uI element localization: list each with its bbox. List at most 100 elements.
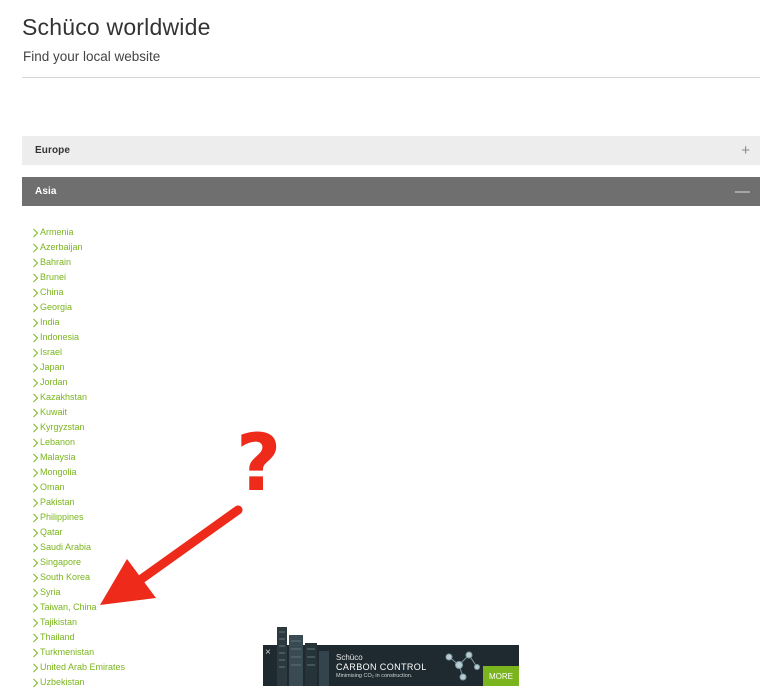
country-link[interactable]: Indonesia <box>32 330 125 345</box>
annotation-question-mark: ? <box>236 419 282 509</box>
close-icon[interactable]: × <box>265 647 271 658</box>
country-label: Qatar <box>40 527 63 537</box>
chevron-right-icon <box>33 348 39 357</box>
chevron-right-icon <box>33 273 39 282</box>
chevron-right-icon <box>33 528 39 537</box>
molecule-icon <box>445 651 480 681</box>
chevron-right-icon <box>33 363 39 372</box>
country-label: Japan <box>40 362 65 372</box>
country-label: Azerbaijan <box>40 242 83 252</box>
page-subtitle: Find your local website <box>23 49 161 64</box>
country-label: Malaysia <box>40 452 76 462</box>
more-button[interactable]: MORE <box>483 666 519 686</box>
country-link[interactable]: Georgia <box>32 300 125 315</box>
chevron-right-icon <box>33 618 39 627</box>
chevron-right-icon <box>33 513 39 522</box>
expand-icon[interactable]: + <box>741 143 750 158</box>
country-link[interactable]: Taiwan, China <box>32 600 125 615</box>
country-list: Armenia Azerbaijan Bahrain Brunei China Georg… <box>32 225 125 690</box>
country-link[interactable]: Lebanon <box>32 435 125 450</box>
country-label: Taiwan, China <box>40 602 97 612</box>
country-link[interactable]: Kyrgyzstan <box>32 420 125 435</box>
chevron-right-icon <box>33 228 39 237</box>
country-link[interactable]: Bahrain <box>32 255 125 270</box>
country-link[interactable]: Pakistan <box>32 495 125 510</box>
country-label: Bahrain <box>40 257 72 267</box>
chevron-right-icon <box>33 318 39 327</box>
country-link[interactable]: Malaysia <box>32 450 125 465</box>
chevron-right-icon <box>33 408 39 417</box>
country-label: India <box>40 317 60 327</box>
chevron-right-icon <box>33 558 39 567</box>
ad-brand: Schüco <box>336 653 363 662</box>
country-label: Pakistan <box>40 497 75 507</box>
chevron-right-icon <box>33 288 39 297</box>
ad-title: CARBON CONTROL <box>336 662 427 672</box>
accordion-asia-label: Asia <box>35 186 57 197</box>
country-link[interactable]: Mongolia <box>32 465 125 480</box>
ad-tagline: Minimising CO₂ in construction. <box>336 673 413 679</box>
country-link[interactable]: Uzbekistan <box>32 675 125 690</box>
chevron-right-icon <box>33 258 39 267</box>
country-link[interactable]: Turkmenistan <box>32 645 125 660</box>
chevron-right-icon <box>33 423 39 432</box>
country-link[interactable]: United Arab Emirates <box>32 660 125 675</box>
country-label: Kazakhstan <box>40 392 88 402</box>
country-label: Kyrgyzstan <box>40 422 85 432</box>
country-label: Oman <box>40 482 65 492</box>
collapse-icon[interactable]: — <box>735 184 750 199</box>
building-icon <box>277 627 329 686</box>
ad-banner[interactable]: × Schüco CARBON CONTROL Minimising CO₂ i… <box>263 627 519 686</box>
chevron-right-icon <box>33 243 39 252</box>
chevron-right-icon <box>33 438 39 447</box>
page-title: Schüco worldwide <box>22 14 211 40</box>
country-label: Armenia <box>40 227 74 237</box>
country-link[interactable]: South Korea <box>32 570 125 585</box>
accordion-asia[interactable]: Asia — <box>22 177 760 206</box>
country-label: United Arab Emirates <box>40 662 126 672</box>
chevron-right-icon <box>33 678 39 687</box>
country-link[interactable]: Saudi Arabia <box>32 540 125 555</box>
country-link[interactable]: Kazakhstan <box>32 390 125 405</box>
country-link[interactable]: Syria <box>32 585 125 600</box>
header-divider <box>22 77 760 78</box>
chevron-right-icon <box>33 453 39 462</box>
country-link[interactable]: Japan <box>32 360 125 375</box>
country-link[interactable]: Azerbaijan <box>32 240 125 255</box>
country-label: Syria <box>40 587 61 597</box>
country-label: Indonesia <box>40 332 80 342</box>
country-link[interactable]: Oman <box>32 480 125 495</box>
country-label: Singapore <box>40 557 82 567</box>
country-link[interactable]: Jordan <box>32 375 125 390</box>
country-link[interactable]: India <box>32 315 125 330</box>
chevron-right-icon <box>33 543 39 552</box>
chevron-right-icon <box>33 648 39 657</box>
chevron-right-icon <box>33 378 39 387</box>
accordion-europe[interactable]: Europe + <box>22 136 760 165</box>
country-label: Brunei <box>40 272 67 282</box>
country-label: Philippines <box>40 512 84 522</box>
chevron-right-icon <box>33 333 39 342</box>
chevron-right-icon <box>33 483 39 492</box>
country-link[interactable]: Tajikistan <box>32 615 125 630</box>
chevron-right-icon <box>33 633 39 642</box>
country-label: Mongolia <box>40 467 77 477</box>
country-link[interactable]: Armenia <box>32 225 125 240</box>
chevron-right-icon <box>33 498 39 507</box>
country-link[interactable]: Singapore <box>32 555 125 570</box>
chevron-right-icon <box>33 393 39 402</box>
chevron-right-icon <box>33 573 39 582</box>
country-link[interactable]: Israel <box>32 345 125 360</box>
country-link[interactable]: Brunei <box>32 270 125 285</box>
country-label: Uzbekistan <box>40 677 85 687</box>
country-link[interactable]: China <box>32 285 125 300</box>
country-link[interactable]: Philippines <box>32 510 125 525</box>
country-label: Thailand <box>40 632 75 642</box>
country-link[interactable]: Qatar <box>32 525 125 540</box>
country-link[interactable]: Kuwait <box>32 405 125 420</box>
chevron-right-icon <box>33 303 39 312</box>
chevron-right-icon <box>33 663 39 672</box>
country-label: China <box>40 287 64 297</box>
country-label: Israel <box>40 347 63 357</box>
country-link[interactable]: Thailand <box>32 630 125 645</box>
